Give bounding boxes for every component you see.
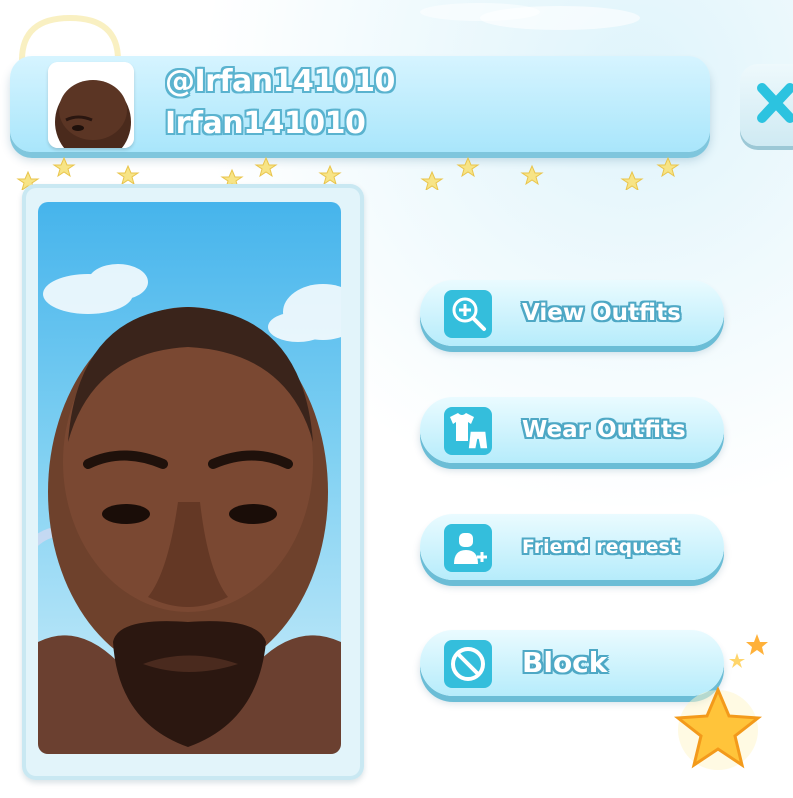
- wear-outfits-button[interactable]: Wear Outfits: [420, 397, 724, 463]
- avatar-face-icon: [48, 62, 134, 148]
- block-label: Block: [522, 646, 608, 679]
- close-icon: [757, 83, 793, 123]
- close-button[interactable]: [740, 64, 793, 146]
- character-preview: [38, 202, 341, 754]
- shirt-shorts-icon: [444, 407, 492, 455]
- background-scenery: [6, 0, 640, 60]
- character-face-image: [38, 264, 341, 754]
- small-star-icon: [746, 634, 768, 655]
- friend-request-label: Friend request: [522, 536, 679, 558]
- view-outfits-button[interactable]: View Outfits: [420, 280, 724, 346]
- view-outfits-label: View Outfits: [522, 300, 681, 326]
- display-name-label: Irfan141010: [165, 106, 366, 141]
- username-label: @Irfan141010: [165, 64, 395, 99]
- magnifier-plus-icon: [444, 290, 492, 338]
- tiny-star-icon: [729, 653, 745, 668]
- block-icon: [444, 640, 492, 688]
- wear-outfits-label: Wear Outfits: [522, 417, 686, 443]
- friend-request-button[interactable]: Friend request: [420, 514, 724, 580]
- add-friend-icon: [444, 524, 492, 572]
- glowing-star-icon: [673, 686, 763, 770]
- avatar: [48, 62, 134, 148]
